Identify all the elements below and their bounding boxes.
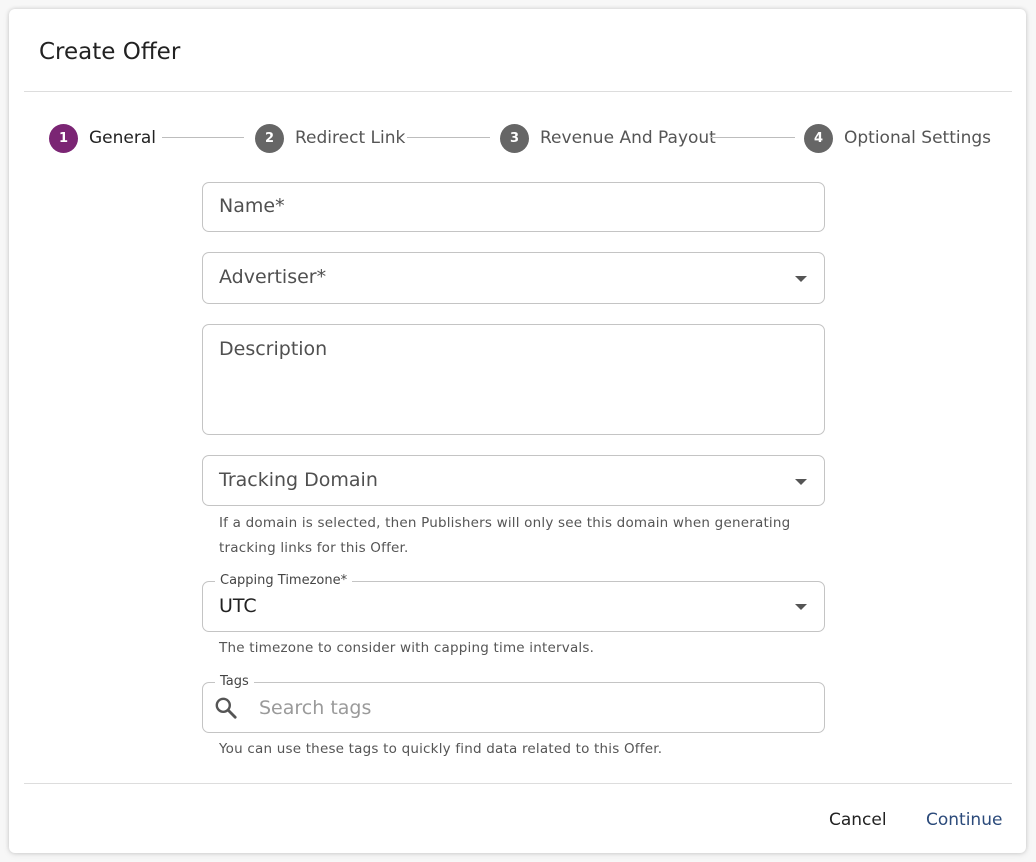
step-redirect-link[interactable]: 2 Redirect Link [255, 123, 405, 153]
create-offer-dialog: Create Offer 1 General 2 Redirect Link 3… [9, 9, 1026, 853]
name-placeholder: Name* [219, 195, 285, 217]
description-textarea[interactable]: Description [202, 324, 825, 435]
chevron-down-icon [795, 604, 807, 610]
chevron-down-icon [795, 276, 807, 282]
tags-search-input[interactable] [259, 694, 799, 722]
capping-timezone-select[interactable]: Capping Timezone* UTC [202, 571, 825, 632]
step-label: Redirect Link [295, 128, 406, 148]
tracking-domain-select[interactable]: Tracking Domain [202, 455, 825, 506]
dialog-title: Create Offer [39, 39, 181, 65]
step-number-badge: 4 [804, 123, 833, 153]
chevron-down-icon [795, 479, 807, 485]
step-label: Revenue And Payout [540, 128, 716, 148]
step-revenue-and-payout[interactable]: 3 Revenue And Payout [500, 123, 716, 153]
capping-timezone-value: UTC [219, 595, 257, 617]
step-number-badge: 3 [500, 123, 529, 153]
step-optional-settings[interactable]: 4 Optional Settings [804, 123, 991, 153]
name-field[interactable]: Name* [202, 182, 825, 232]
capping-timezone-label: Capping Timezone* [215, 571, 353, 591]
step-label: General [89, 128, 156, 148]
tracking-domain-helper: If a domain is selected, then Publishers… [219, 515, 791, 556]
cancel-button[interactable]: Cancel [821, 804, 895, 836]
step-label: Optional Settings [844, 128, 992, 148]
step-connector [162, 137, 244, 138]
step-general[interactable]: 1 General [49, 123, 156, 153]
tags-field[interactable]: Tags [202, 672, 825, 733]
step-connector [407, 137, 490, 138]
search-icon [213, 695, 239, 721]
tags-helper: You can use these tags to quickly find d… [219, 741, 663, 757]
tags-label: Tags [215, 672, 254, 692]
step-connector [711, 137, 795, 138]
header-divider [24, 91, 1012, 92]
advertiser-placeholder: Advertiser* [219, 266, 327, 288]
capping-timezone-helper: The timezone to consider with capping ti… [219, 640, 595, 656]
tracking-domain-placeholder: Tracking Domain [219, 469, 378, 491]
advertiser-select[interactable]: Advertiser* [202, 252, 825, 304]
step-number-badge: 2 [255, 123, 284, 153]
step-number-badge: 1 [49, 123, 78, 153]
continue-button[interactable]: Continue [918, 804, 1010, 836]
description-placeholder: Description [219, 338, 328, 360]
footer-divider [24, 783, 1012, 784]
